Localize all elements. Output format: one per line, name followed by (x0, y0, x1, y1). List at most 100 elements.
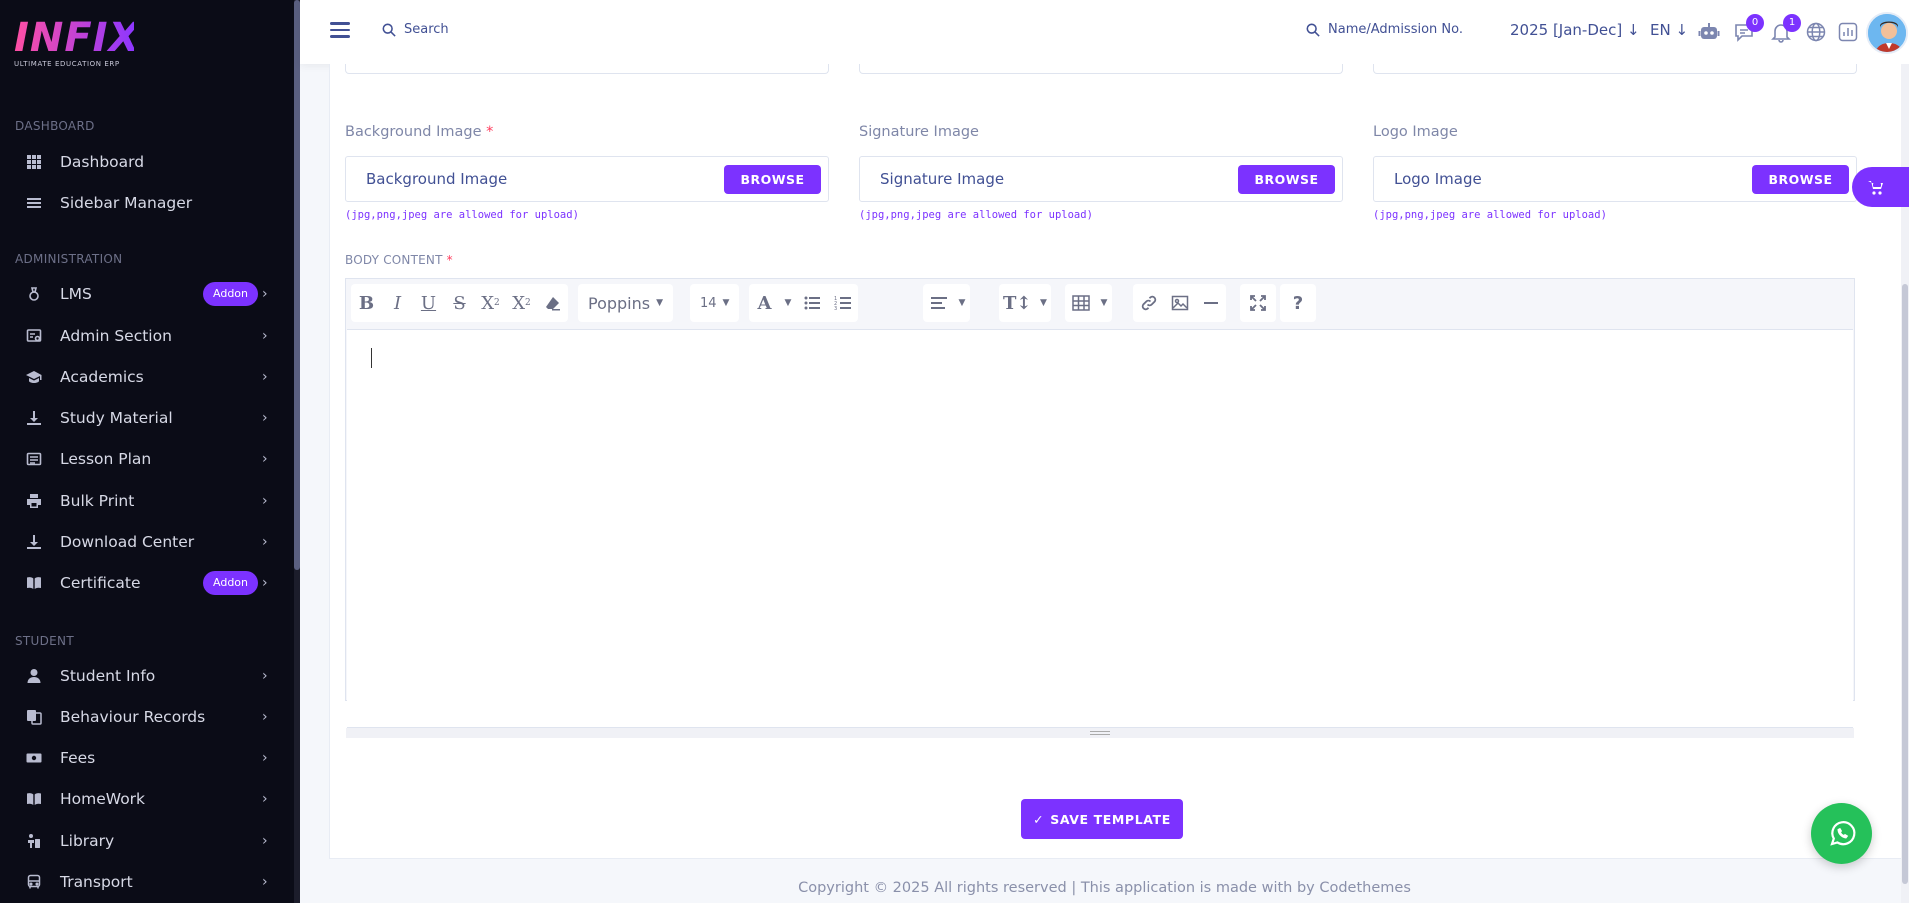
sidebar-item-study-material[interactable]: Study Material › (0, 398, 294, 438)
chevron-right-icon: › (262, 709, 268, 725)
sidebar-item-certificate[interactable]: Certificate Addon › (0, 563, 294, 603)
font-size-select[interactable]: 14 ▼ (690, 284, 739, 322)
sidebar-section-student: STUDENT (15, 634, 74, 648)
sidebar-item-download-center[interactable]: Download Center › (0, 522, 294, 562)
floating-cart-button[interactable] (1852, 167, 1909, 207)
font-family-select[interactable]: Poppins ▼ (578, 284, 673, 322)
editor-content-area[interactable] (347, 329, 1853, 728)
line-height-dropdown[interactable]: T↕ ▼ (999, 284, 1052, 322)
menu-toggle-button[interactable] (330, 22, 350, 42)
notification-button[interactable]: 1 (1770, 14, 1801, 43)
chevron-right-icon: › (262, 668, 268, 684)
sidebar-item-homework[interactable]: HomeWork › (0, 779, 294, 819)
link-icon[interactable] (1133, 284, 1164, 322)
chevron-right-icon: › (262, 750, 268, 766)
session-select[interactable]: 2025 [Jan-Dec] ↓ (1510, 21, 1640, 39)
signature-image-file-input[interactable]: Signature Image BROWSE (859, 156, 1343, 202)
page-scroll-thumb[interactable] (1902, 284, 1908, 884)
horizontal-rule-icon[interactable] (1195, 284, 1226, 322)
editor-resize-bar[interactable] (346, 728, 1854, 738)
sidebar-scrollbar[interactable] (294, 0, 300, 903)
strikethrough-icon[interactable]: S (444, 284, 475, 322)
sidebar-scroll-thumb[interactable] (294, 0, 300, 570)
list-icon (26, 195, 42, 211)
sidebar-item-bulk-print[interactable]: Bulk Print › (0, 481, 294, 521)
globe-icon[interactable] (1805, 21, 1827, 43)
sidebar-item-academics[interactable]: Academics › (0, 357, 294, 397)
student-search-input[interactable]: Name/Admission No. (1328, 22, 1463, 37)
sidebar-item-behaviour-records[interactable]: Behaviour Records › (0, 697, 294, 737)
table-icon[interactable] (1065, 284, 1096, 322)
help-icon[interactable]: ? (1280, 284, 1316, 322)
sidebar-item-label: Behaviour Records (60, 708, 206, 726)
font-family-dropdown[interactable]: Poppins ▼ (578, 284, 674, 322)
table-dropdown[interactable]: ▼ (1065, 284, 1112, 322)
download-icon (26, 410, 42, 426)
image-icon[interactable] (1164, 284, 1195, 322)
body-content-label: BODY CONTENT * (345, 253, 453, 267)
underline-icon[interactable]: U (413, 284, 444, 322)
font-family-value: Poppins (588, 293, 651, 313)
check-icon: ✓ (1033, 811, 1045, 827)
sidebar-item-lms[interactable]: LMS Addon › (0, 274, 294, 314)
robot-icon[interactable] (1698, 21, 1720, 43)
help-group: ? (1280, 284, 1316, 322)
italic-icon[interactable]: I (382, 284, 413, 322)
sidebar-item-dashboard[interactable]: Dashboard (0, 142, 294, 182)
browse-logo-button[interactable]: BROWSE (1752, 165, 1849, 194)
bus-icon (26, 874, 42, 890)
sidebar-item-library[interactable]: Library › (0, 821, 294, 861)
browse-background-button[interactable]: BROWSE (724, 165, 821, 194)
whatsapp-button[interactable] (1811, 803, 1872, 864)
font-color-icon[interactable]: A (749, 284, 780, 322)
sidebar-item-lesson-plan[interactable]: Lesson Plan › (0, 439, 294, 479)
caret-down-icon[interactable]: ▼ (780, 284, 796, 322)
addon-badge: Addon (203, 571, 258, 595)
file-placeholder: Logo Image (1394, 170, 1482, 188)
logo-image-file-input[interactable]: Logo Image BROWSE (1373, 156, 1857, 202)
app-root: INFIX ULTIMATE EDUCATION ERP DASHBOARD D… (0, 0, 1909, 903)
sidebar-item-transport[interactable]: Transport › (0, 862, 294, 902)
browse-signature-button[interactable]: BROWSE (1238, 165, 1335, 194)
rich-text-editor: B I U S X2 X2 Poppins ▼ 14 ▼ A ▼ 1 2 3 ▼… (345, 278, 1855, 738)
sidebar-item-fees[interactable]: Fees › (0, 738, 294, 778)
file-type-hint: (jpg,png,jpeg are allowed for upload) (1373, 209, 1607, 221)
bullet-list-icon[interactable] (796, 284, 827, 322)
search-input[interactable]: Search (404, 22, 449, 37)
student-search[interactable]: Name/Admission No. (1306, 22, 1463, 37)
graduation-cap-icon (26, 369, 42, 385)
brand-tagline: ULTIMATE EDUCATION ERP (14, 60, 120, 68)
admin-icon (26, 328, 42, 344)
font-size-dropdown[interactable]: 14 ▼ (690, 284, 740, 322)
brand-logo[interactable]: INFIX ULTIMATE EDUCATION ERP (14, 18, 139, 70)
save-template-button[interactable]: ✓ SAVE TEMPLATE (1021, 799, 1183, 839)
sidebar-item-label: Library (60, 832, 115, 850)
eraser-icon[interactable] (537, 284, 568, 322)
global-search[interactable]: Search (382, 22, 449, 37)
superscript-icon[interactable]: X2 (475, 284, 506, 322)
search-icon (1306, 23, 1320, 37)
sidebar-item-admin-section[interactable]: Admin Section › (0, 316, 294, 356)
fullscreen-icon[interactable] (1240, 284, 1276, 322)
sidebar-item-sidebar-manager[interactable]: Sidebar Manager (0, 183, 294, 223)
ordered-list-icon[interactable]: 123 (827, 284, 858, 322)
align-left-icon[interactable] (923, 284, 954, 322)
background-image-file-input[interactable]: Background Image BROWSE (345, 156, 829, 202)
sidebar-item-label: Dashboard (60, 153, 145, 171)
previous-input-edge (1373, 64, 1857, 74)
resize-grip-icon[interactable] (1090, 731, 1110, 735)
chevron-right-icon: › (262, 534, 268, 550)
chat-button[interactable]: 0 (1733, 14, 1764, 43)
sidebar-item-label: HomeWork (60, 790, 146, 808)
chevron-right-icon: › (262, 410, 268, 426)
bold-icon[interactable]: B (351, 284, 382, 322)
subscript-icon[interactable]: X2 (506, 284, 537, 322)
sidebar-item-student-info[interactable]: Student Info › (0, 656, 294, 696)
arrow-down-icon: ↓ (1627, 21, 1640, 39)
language-select[interactable]: EN ↓ (1650, 21, 1688, 39)
user-avatar[interactable] (1866, 12, 1908, 54)
paragraph-dropdown[interactable]: ▼ (923, 284, 970, 322)
analytics-icon[interactable] (1837, 21, 1859, 43)
chevron-right-icon: › (262, 833, 268, 849)
line-height-icon[interactable]: T↕ (999, 284, 1035, 322)
